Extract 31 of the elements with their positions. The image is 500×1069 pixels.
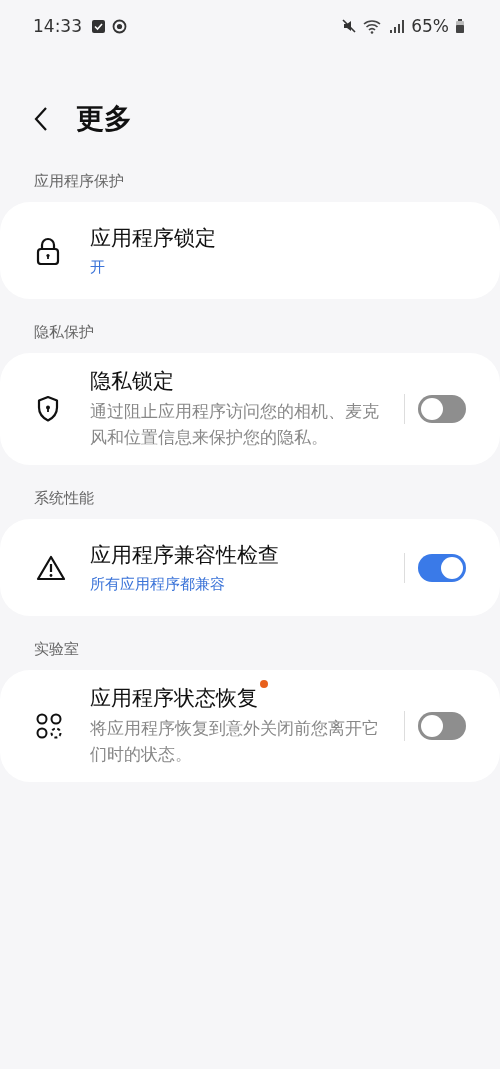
- toggle-switch[interactable]: [418, 553, 466, 582]
- section-label: 实验室: [33, 639, 80, 658]
- section-label: 应用程序保护: [33, 171, 125, 190]
- section-label: 系统性能: [33, 488, 95, 507]
- toggle-switch[interactable]: [418, 712, 466, 740]
- mute-icon: [342, 19, 357, 33]
- checkbox-icon: [92, 19, 105, 33]
- item-title: 应用程序锁定: [90, 225, 216, 252]
- lock-icon: [36, 236, 60, 265]
- four-circles-icon: [36, 713, 62, 739]
- back-button[interactable]: [34, 106, 48, 132]
- item-description: 将应用程序恢复到意外关闭前您离开它们时的状态。: [90, 718, 380, 766]
- settings-card[interactable]: 应用程序锁定 开: [0, 202, 500, 299]
- battery-icon: [456, 19, 464, 33]
- settings-card[interactable]: 隐私锁定 通过阻止应用程序访问您的相机、麦克风和位置信息来保护您的隐私。: [0, 353, 500, 465]
- page-title: 更多: [76, 101, 132, 137]
- item-title: 应用程序状态恢复: [90, 685, 258, 712]
- item-title: 隐私锁定: [90, 368, 174, 395]
- battery-percent: 65%: [411, 16, 449, 36]
- settings-card[interactable]: 应用程序状态恢复 将应用程序恢复到意外关闭前您离开它们时的状态。: [0, 670, 500, 782]
- item-description: 通过阻止应用程序访问您的相机、麦克风和位置信息来保护您的隐私。: [90, 401, 380, 449]
- shield-icon: [36, 395, 60, 423]
- toggle-switch[interactable]: [418, 395, 466, 423]
- item-title: 应用程序兼容性检查: [90, 542, 279, 569]
- status-time: 14:33: [33, 16, 82, 36]
- item-status: 开: [90, 258, 106, 277]
- warning-icon: [36, 554, 66, 581]
- item-status: 所有应用程序都兼容: [90, 575, 226, 594]
- signal-icon: [390, 19, 405, 33]
- settings-card[interactable]: 应用程序兼容性检查 所有应用程序都兼容: [0, 519, 500, 616]
- section-label: 隐私保护: [33, 322, 95, 341]
